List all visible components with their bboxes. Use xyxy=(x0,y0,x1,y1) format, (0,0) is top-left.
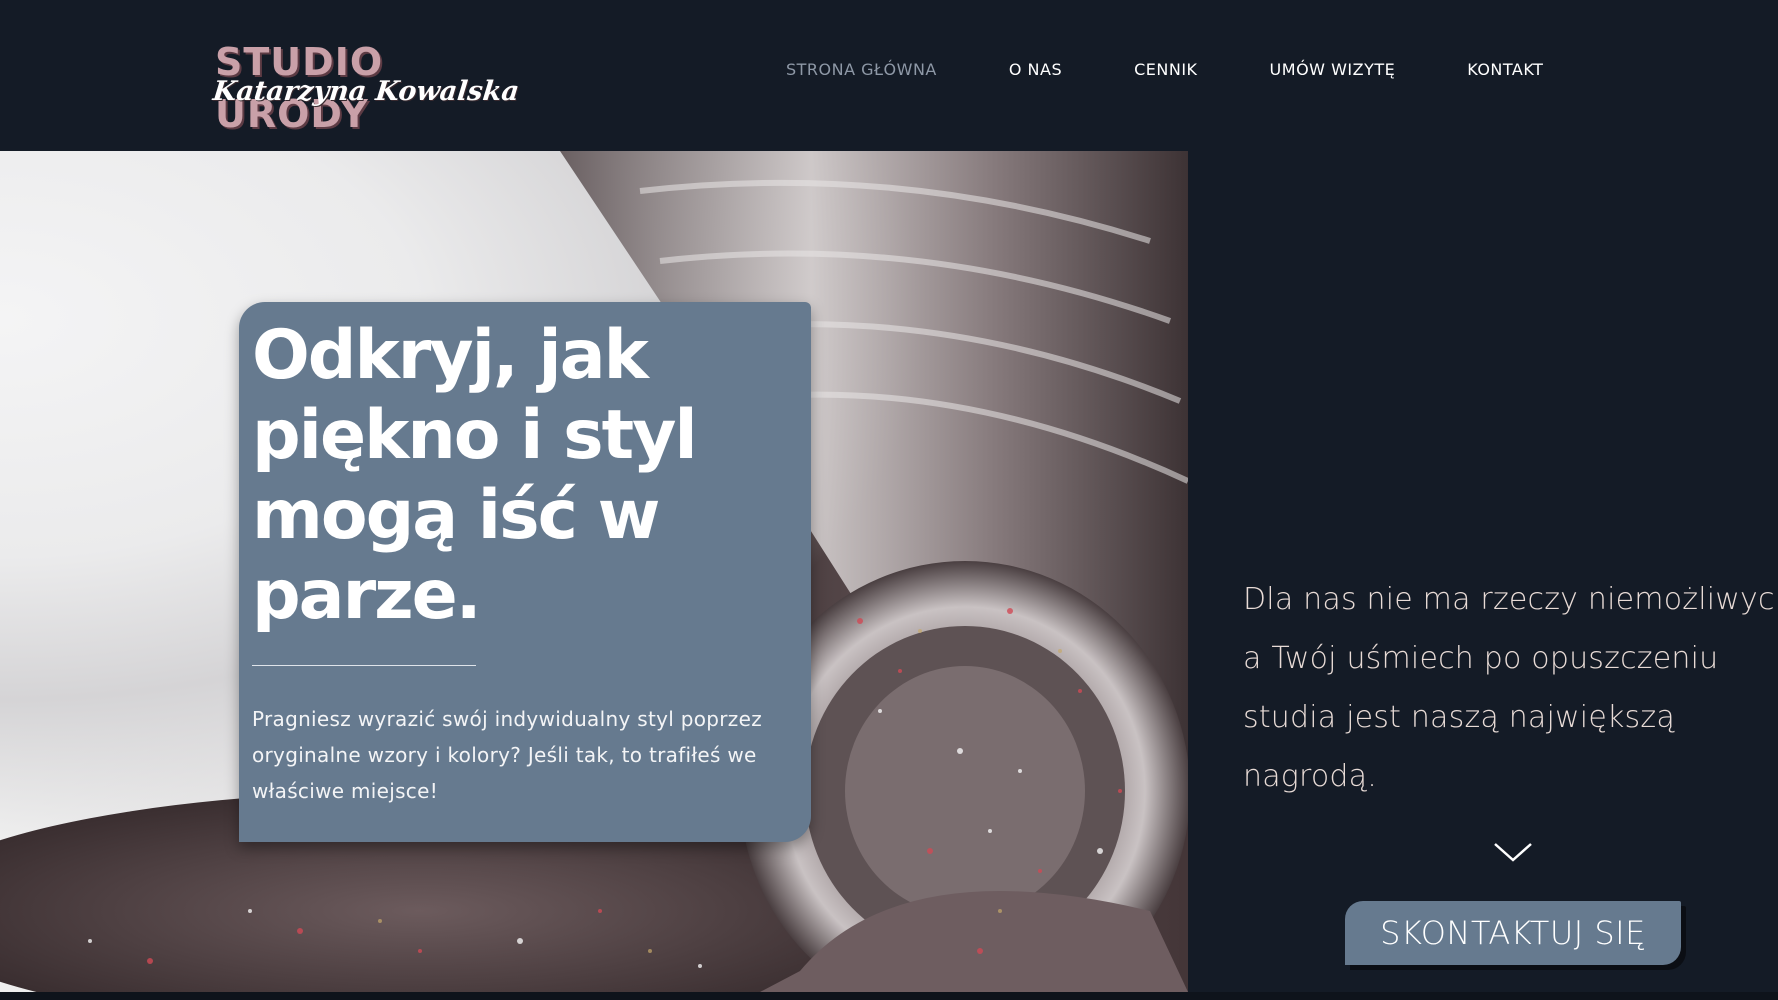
quote-line: a Twój uśmiech po opuszczeniu xyxy=(1243,641,1719,676)
quote-line: Dla nas nie ma rzeczy niemożliwych, xyxy=(1243,582,1778,617)
brand-logo[interactable]: STUDIO URODY Katarzyna Kowalska xyxy=(211,36,535,136)
quote-text: Dla nas nie ma rzeczy niemożliwych, a Tw… xyxy=(1243,570,1778,806)
nav-item-booking[interactable]: UMÓW WIZYTĘ xyxy=(1270,58,1396,82)
quote-line: studia jest naszą największą xyxy=(1243,700,1675,735)
hero-card: Odkryj, jak piękno i styl mogą iść w par… xyxy=(239,302,811,842)
hero-heading: Odkryj, jak piękno i styl mogą iść w par… xyxy=(252,316,698,635)
nav-item-pricing[interactable]: CENNIK xyxy=(1134,58,1197,82)
nav-item-home[interactable]: STRONA GŁÓWNA xyxy=(786,58,937,82)
chevron-down-icon[interactable] xyxy=(1492,838,1534,866)
site-header: STUDIO URODY Katarzyna Kowalska STRONA G… xyxy=(0,0,1778,151)
main-nav: STRONA GŁÓWNA O NAS CENNIK UMÓW WIZYTĘ K… xyxy=(786,58,1615,82)
card-divider xyxy=(252,665,476,666)
nav-item-about[interactable]: O NAS xyxy=(1009,58,1062,82)
contact-button[interactable]: SKONTAKTUJ SIĘ xyxy=(1345,901,1681,965)
brand-subtitle: Katarzyna Kowalska xyxy=(211,76,521,107)
hero-description: Pragniesz wyrazić swój indywidualny styl… xyxy=(252,707,762,803)
quote-line: nagrodą. xyxy=(1243,759,1377,794)
page-bottom-edge xyxy=(0,992,1778,1000)
nav-item-contact[interactable]: KONTAKT xyxy=(1467,58,1543,82)
